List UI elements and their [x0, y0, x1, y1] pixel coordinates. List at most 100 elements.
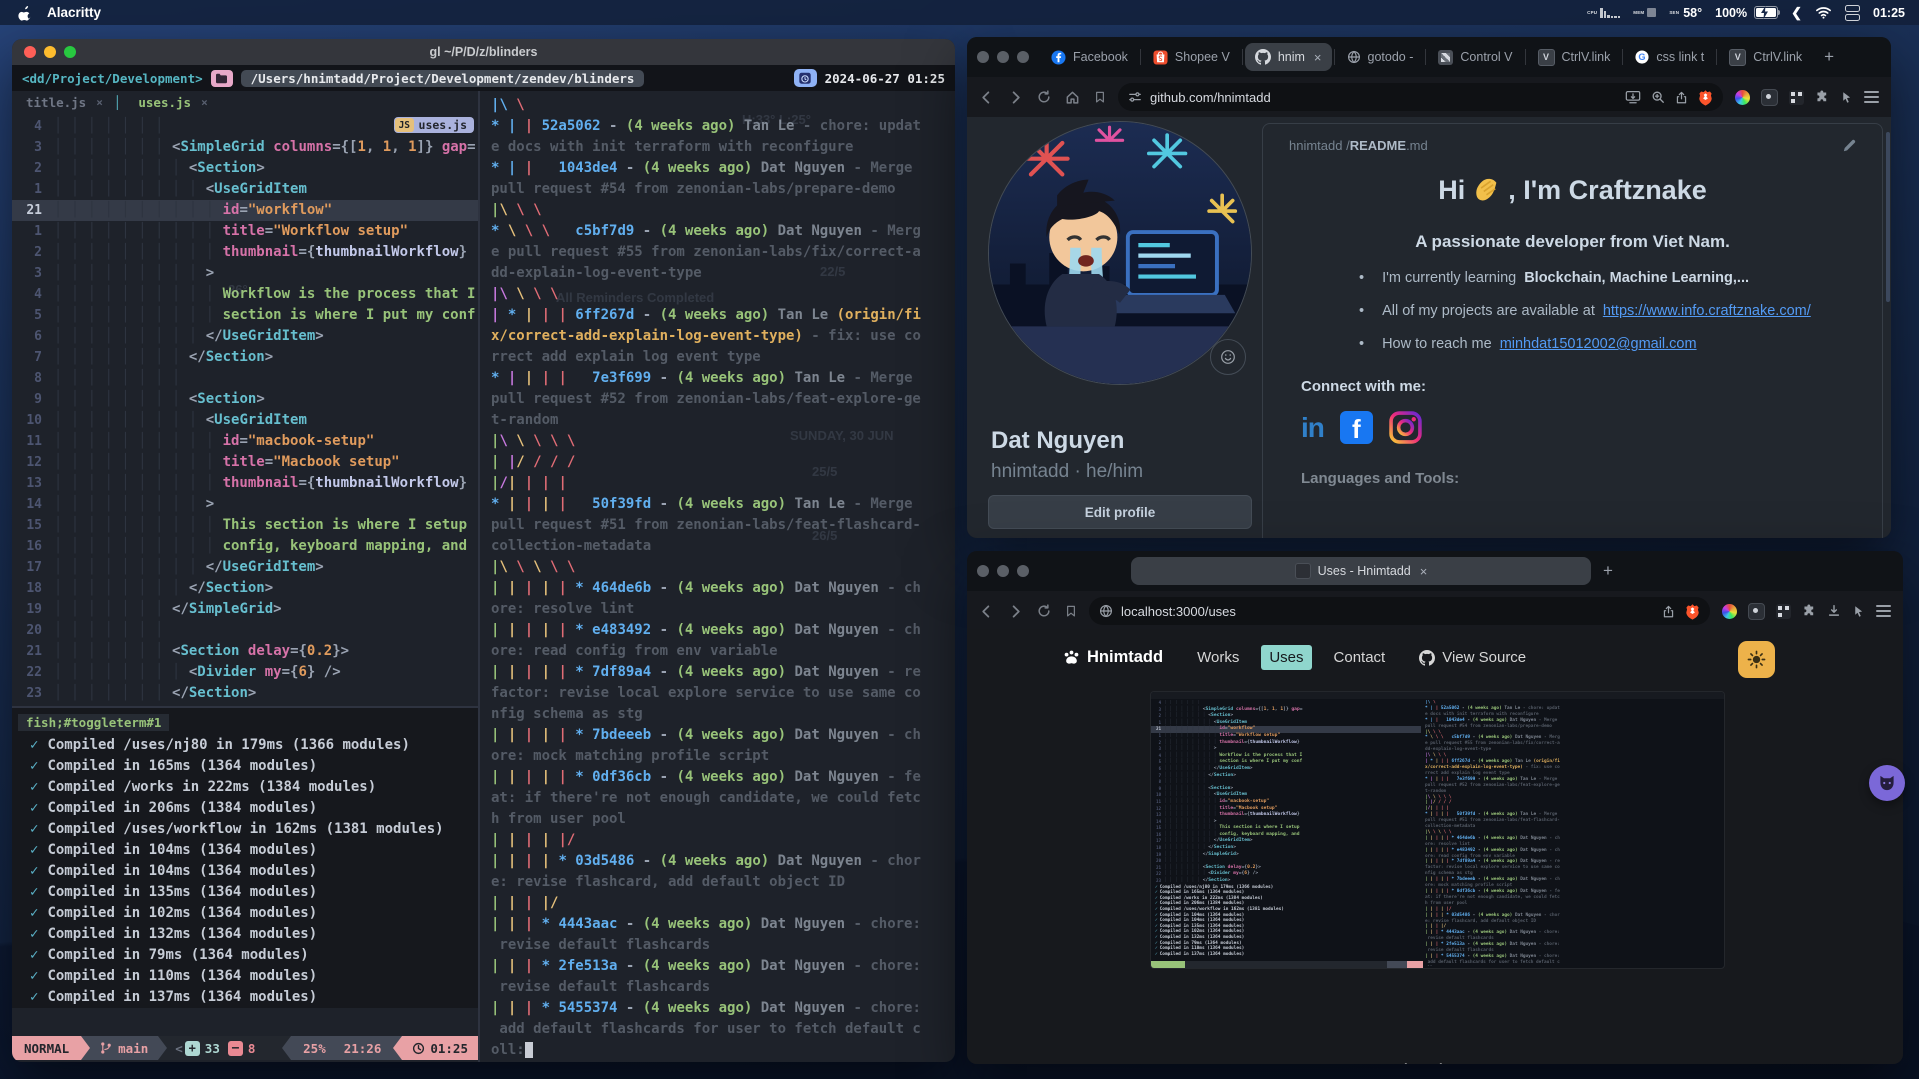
forward-button[interactable] [1008, 90, 1023, 105]
url-text[interactable]: github.com/hnimtadd [1150, 90, 1617, 105]
git-log-line: oll: [491, 1040, 955, 1061]
battery-widget[interactable]: 100% [1715, 6, 1778, 20]
wifi-icon[interactable] [1815, 6, 1832, 19]
site-settings-icon[interactable] [1128, 90, 1142, 104]
git-log-line: * \ \ \ c5bf7d9 - (4 weeks ago) Dat Nguy… [491, 221, 955, 242]
dark-extension-icon[interactable] [1761, 89, 1778, 106]
apple-menu-icon[interactable] [18, 5, 33, 21]
pointer-extension-icon[interactable] [1840, 91, 1853, 104]
browser-menu-icon[interactable] [1876, 605, 1891, 617]
browser-tab-shopee-v[interactable]: Shopee V [1143, 43, 1240, 71]
address-bar[interactable]: localhost:3000/uses [1089, 597, 1710, 625]
tab-uses-hnimtadd[interactable]: Uses - Hnimtadd × [1131, 557, 1591, 585]
new-tab-button[interactable]: + [1593, 561, 1623, 581]
readme-link[interactable]: https://www.info.craftznake.com/ [1603, 303, 1811, 319]
share-icon[interactable] [1675, 90, 1688, 105]
brave-shield-icon[interactable] [1698, 89, 1713, 106]
linkedin-icon[interactable]: in [1301, 412, 1324, 444]
extensions-icon[interactable] [1815, 90, 1829, 104]
browser-tab-gotodo-[interactable]: gotodo - [1337, 43, 1424, 71]
cat-widget-button[interactable] [1869, 765, 1905, 801]
new-tab-button[interactable]: + [1814, 47, 1844, 67]
code-line: 9│ │ │ │ │ │ │ │ <Section> [12, 389, 478, 410]
browser-tab-facebook[interactable]: Facebook [1041, 43, 1138, 71]
qr-extension-icon[interactable] [1776, 604, 1791, 619]
hidden-bar-icon[interactable]: ❮ [1791, 5, 1802, 21]
facebook-icon[interactable]: f [1340, 411, 1373, 444]
downloads-icon[interactable] [1827, 604, 1841, 618]
git-log-line: * | | | | 7e3f699 - (4 weeks ago) Tan Le… [491, 368, 955, 389]
sensor-widget[interactable]: SEN 58° [1669, 6, 1702, 20]
dark-extension-icon[interactable] [1748, 603, 1765, 620]
nav-item-works[interactable]: Works [1189, 645, 1247, 670]
browser-tab-ctrlv-link[interactable]: VCtrlV.link [1719, 43, 1812, 71]
window-controls[interactable] [977, 565, 1029, 577]
nav-item-uses[interactable]: Uses [1261, 645, 1311, 670]
address-bar[interactable]: github.com/hnimtadd [1118, 83, 1723, 111]
breadcrumb[interactable]: hnimtadd / [1289, 138, 1350, 153]
home-button[interactable] [1065, 90, 1080, 105]
brand-logo[interactable]: Hnimtadd [1062, 648, 1163, 667]
mini-statusline [1151, 961, 1423, 968]
window-controls[interactable] [977, 51, 1029, 63]
vim-tab-title-js[interactable]: title.js× [12, 95, 117, 110]
site-info-icon[interactable] [1099, 604, 1113, 618]
terminal-title: gl ~/P/D/z/blinders [429, 45, 537, 59]
share-icon[interactable] [1662, 604, 1675, 619]
forward-button[interactable] [1008, 604, 1023, 619]
edit-readme-icon[interactable] [1842, 139, 1856, 153]
code-line: 2│ │ │ │ │ │ │ │ <Section> [12, 158, 478, 179]
mem-widget[interactable]: MEM [1633, 8, 1656, 17]
zoom-icon[interactable] [1651, 90, 1665, 104]
set-status-button[interactable] [1210, 339, 1246, 375]
reload-button[interactable] [1037, 604, 1051, 618]
view-source-link[interactable]: View Source [1419, 649, 1526, 666]
back-button[interactable] [979, 90, 994, 105]
avatar[interactable] [988, 121, 1252, 385]
readme-card: hnimtadd / README .md Hi , I'm Craftznak… [1262, 123, 1883, 538]
git-log-line: * | | 1043de4 - (4 weeks ago) Dat Nguyen… [491, 158, 955, 179]
cpu-widget[interactable]: CPU [1587, 7, 1620, 18]
send-to-device-icon[interactable] [1625, 90, 1641, 104]
theme-toggle-button[interactable] [1738, 641, 1775, 678]
url-text[interactable]: localhost:3000/uses [1121, 604, 1654, 619]
back-button[interactable] [979, 604, 994, 619]
bookmark-icon[interactable] [1065, 604, 1077, 618]
instagram-icon[interactable] [1389, 411, 1422, 444]
menubar-clock[interactable]: 01:25 [1873, 6, 1905, 20]
bookmark-icon[interactable] [1094, 90, 1106, 104]
toggleterm-pane[interactable]: fish;#toggleterm#1 ✓Compiled /uses/nj80 … [12, 708, 478, 1008]
edit-profile-button[interactable]: Edit profile [988, 495, 1252, 529]
pointer-extension-icon[interactable] [1852, 605, 1865, 618]
git-log-line: add default flashcards for user to fetch… [491, 1019, 955, 1040]
compile-log-line: ✓Compiled in 104ms (1364 modules) [18, 840, 478, 861]
scrollbar[interactable] [1886, 132, 1890, 302]
color-wheel-extension-icon[interactable] [1722, 604, 1737, 619]
code-editor[interactable]: 4│ │ │ │ │ │ │ 3│ │ │ │ │ │ │ <SimpleGri… [12, 113, 478, 704]
menubar-app-name[interactable]: Alacritty [47, 5, 101, 20]
color-wheel-extension-icon[interactable] [1735, 90, 1750, 105]
extensions-icon[interactable] [1802, 604, 1816, 618]
uses-screenshot[interactable]: 4│ │ │ │ │ │ │ 3│ │ │ │ │ │ │ <SimpleGri… [1150, 691, 1725, 969]
browser-tab-ctrlv-link[interactable]: VCtrlV.link [1528, 43, 1621, 71]
vim-tab-uses-js[interactable]: uses.js× [124, 95, 221, 110]
browser-tab-css-link-t[interactable]: Gcss link t [1625, 43, 1714, 71]
qr-extension-icon[interactable] [1789, 90, 1804, 105]
terminal-titlebar[interactable]: gl ~/P/D/z/blinders [12, 39, 955, 65]
stats-icon[interactable] [1845, 5, 1860, 21]
browser-tab-hnim[interactable]: hnim× [1245, 43, 1332, 71]
browser-menu-icon[interactable] [1864, 91, 1879, 103]
brave-shield-icon[interactable] [1685, 603, 1700, 620]
reload-button[interactable] [1037, 90, 1051, 104]
diff-removed-icon: − [228, 1041, 243, 1056]
code-line: 10│ │ │ │ │ │ │ │ │ <UseGridItem [1151, 792, 1421, 799]
close-tab-icon[interactable]: × [1420, 564, 1428, 579]
readme-link[interactable]: minhdat15012002@gmail.com [1500, 336, 1697, 352]
git-log-line: ore: read config from env variable [491, 641, 955, 662]
git-log-pane[interactable]: |\ \* | | 52a5062 - (4 weeks ago) Tan Le… [482, 91, 955, 1062]
git-log-line: pull request #51 from zenonian-labs/feat… [491, 515, 955, 536]
window-controls[interactable] [24, 46, 76, 58]
close-tab-icon[interactable]: × [1314, 50, 1322, 65]
browser-tab-control-v[interactable]: Control V [1428, 43, 1522, 71]
nav-item-contact[interactable]: Contact [1326, 645, 1394, 670]
